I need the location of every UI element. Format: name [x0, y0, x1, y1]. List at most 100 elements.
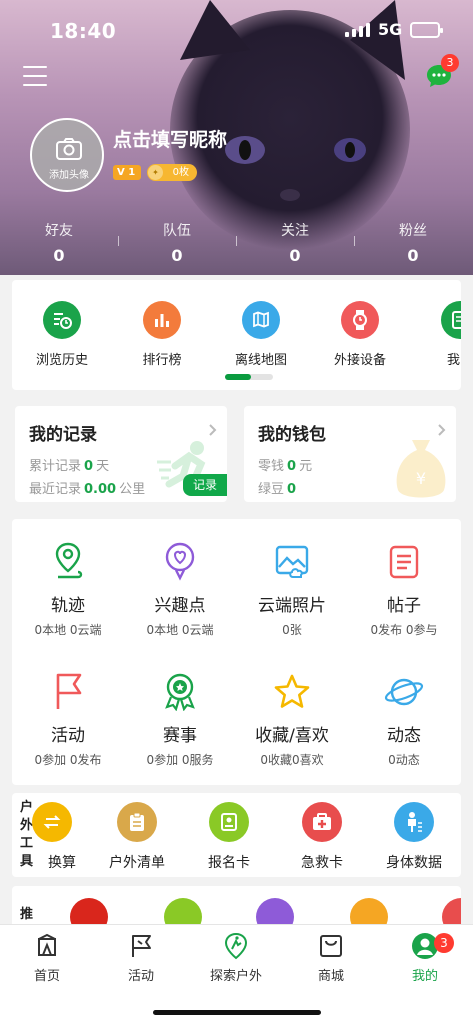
- coin-badge: ✦ 0枚: [147, 164, 197, 181]
- firstaid-icon: [302, 802, 342, 842]
- svg-text:¥: ¥: [416, 469, 426, 488]
- quick-item-mine[interactable]: 我的: [410, 301, 461, 368]
- home-icon: [38, 933, 56, 956]
- grid-item-activity[interactable]: 活动 0参加 0发布: [12, 669, 124, 768]
- heart-pin-icon: [165, 542, 195, 581]
- stat-teams[interactable]: 队伍 0: [118, 220, 236, 270]
- grid-item-posts[interactable]: 帖子 0发布 0参与: [348, 539, 460, 638]
- stat-following[interactable]: 关注 0: [236, 220, 354, 270]
- tool-label: 急救卡: [301, 855, 343, 871]
- grid-item-title: 轨迹: [51, 596, 85, 616]
- records-title: 我的记录: [29, 425, 97, 445]
- planet-icon: [384, 678, 424, 706]
- stat-label: 粉丝: [399, 223, 427, 239]
- stat-label: 队伍: [163, 223, 191, 239]
- stat-value: 0: [289, 246, 301, 265]
- tool-label: 户外清单: [109, 855, 165, 871]
- grid-item-favorites[interactable]: 收藏/喜欢 0收藏0喜欢: [236, 669, 348, 768]
- tab-activity[interactable]: 活动: [106, 931, 176, 984]
- tool-signup-card[interactable]: 报名卡: [189, 802, 269, 872]
- row-value: 0.00: [84, 482, 117, 497]
- row-value: 0: [84, 459, 94, 474]
- tool-checklist[interactable]: 户外清单: [97, 802, 177, 872]
- row-label: 绿豆: [258, 482, 285, 497]
- row-unit: 天: [96, 459, 110, 474]
- medal-icon: [165, 673, 195, 711]
- page-indicator-fill: [225, 374, 252, 380]
- watch-icon: [341, 301, 379, 339]
- social-stats: 好友 0 队伍 0 关注 0 粉丝 0: [0, 220, 473, 270]
- signup-card-icon: [209, 802, 249, 842]
- my-wallet-card[interactable]: ¥ 我的钱包 零钱 0 元 绿豆 0: [244, 406, 456, 502]
- record-button[interactable]: 记录: [183, 474, 227, 496]
- outdoor-tools-card: 户外工具 换算 户外清单 报名卡 急救卡 身体数据: [12, 793, 461, 877]
- convert-icon: [32, 802, 72, 842]
- grid-item-cloud-photo[interactable]: 云端照片 0张: [236, 539, 348, 638]
- body-data-icon: [394, 802, 434, 842]
- tab-label: 活动: [127, 969, 154, 984]
- grid-item-sub: 0张: [282, 623, 302, 637]
- grid-item-track[interactable]: 轨迹 0本地 0云端: [12, 539, 124, 638]
- tool-label: 身体数据: [386, 855, 442, 871]
- wallet-row-beans: 绿豆 0: [258, 478, 299, 497]
- tool-body-data[interactable]: 身体数据: [374, 802, 454, 872]
- tab-mall[interactable]: 商城: [296, 931, 366, 984]
- checklist-icon: [117, 802, 157, 842]
- grid-item-sub: 0本地 0云端: [34, 623, 102, 637]
- quick-item-label: 离线地图: [234, 353, 287, 368]
- coin-count: 0枚: [172, 167, 189, 178]
- quick-item-ranking[interactable]: 排行榜: [112, 301, 212, 368]
- stat-value: 0: [407, 246, 419, 265]
- grid-item-title: 赛事: [163, 726, 197, 746]
- row-unit: 元: [299, 459, 313, 474]
- me-badge: 3: [434, 933, 454, 953]
- doc-icon: [441, 301, 461, 339]
- tool-convert[interactable]: 换算: [22, 802, 102, 872]
- network-type: 5G: [378, 20, 403, 39]
- flag-icon: [56, 673, 82, 709]
- nickname[interactable]: 点击填写昵称: [113, 125, 227, 152]
- quick-item-label: 外接设备: [333, 353, 386, 368]
- row-label: 零钱: [258, 459, 285, 474]
- grid-item-events[interactable]: 赛事 0参加 0服务: [124, 669, 236, 768]
- tab-bar: 首页 活动 探索户外 商城 我的 3: [0, 924, 473, 1024]
- records-row-total: 累计记录 0 天: [29, 455, 109, 474]
- tab-label: 商城: [317, 969, 344, 984]
- stat-value: 0: [53, 246, 65, 265]
- avatar-label: 添加头像: [49, 170, 89, 181]
- tab-me[interactable]: 我的 3: [390, 931, 460, 984]
- menu-icon[interactable]: [23, 66, 47, 86]
- track-icon: [55, 542, 83, 579]
- tool-firstaid[interactable]: 急救卡: [282, 802, 362, 872]
- quick-item-offline-map[interactable]: 离线地图: [211, 301, 311, 368]
- tab-explore[interactable]: 探索户外: [201, 931, 271, 984]
- camera-icon: [56, 138, 82, 160]
- tool-label: 报名卡: [208, 855, 250, 871]
- tab-home[interactable]: 首页: [12, 931, 82, 984]
- tool-label: 换算: [48, 855, 76, 871]
- row-value: 0: [287, 482, 297, 497]
- my-records-card[interactable]: 我的记录 累计记录 0 天 最近记录 0.00 公里 记录: [15, 406, 227, 502]
- offline-map-icon: [242, 301, 280, 339]
- grid-item-title: 收藏/喜欢: [255, 726, 329, 746]
- grid-item-poi[interactable]: 兴趣点 0本地 0云端: [124, 539, 236, 638]
- stat-value: 0: [171, 246, 183, 265]
- row-unit: 公里: [119, 482, 146, 497]
- message-badge: 3: [441, 54, 459, 72]
- activity-flag-icon: [132, 935, 151, 957]
- stat-followers[interactable]: 粉丝 0: [354, 220, 472, 270]
- quick-item-history[interactable]: 浏览历史: [12, 301, 112, 368]
- stat-friends[interactable]: 好友 0: [0, 220, 118, 270]
- chevron-right-icon: [438, 424, 446, 436]
- grid-item-sub: 0发布 0参与: [370, 623, 438, 637]
- row-value: 0: [287, 459, 297, 474]
- grid-item-title: 帖子: [387, 596, 421, 616]
- row-label: 最近记录: [29, 482, 82, 497]
- avatar-upload[interactable]: 添加头像: [30, 118, 104, 192]
- wallet-title: 我的钱包: [258, 425, 326, 445]
- grid-item-moments[interactable]: 动态 0动态: [348, 669, 460, 768]
- money-bag-icon: ¥: [396, 440, 446, 498]
- coin-icon: ✦: [148, 165, 163, 180]
- recommend-label: 推: [20, 907, 34, 922]
- quick-item-devices[interactable]: 外接设备: [310, 301, 410, 368]
